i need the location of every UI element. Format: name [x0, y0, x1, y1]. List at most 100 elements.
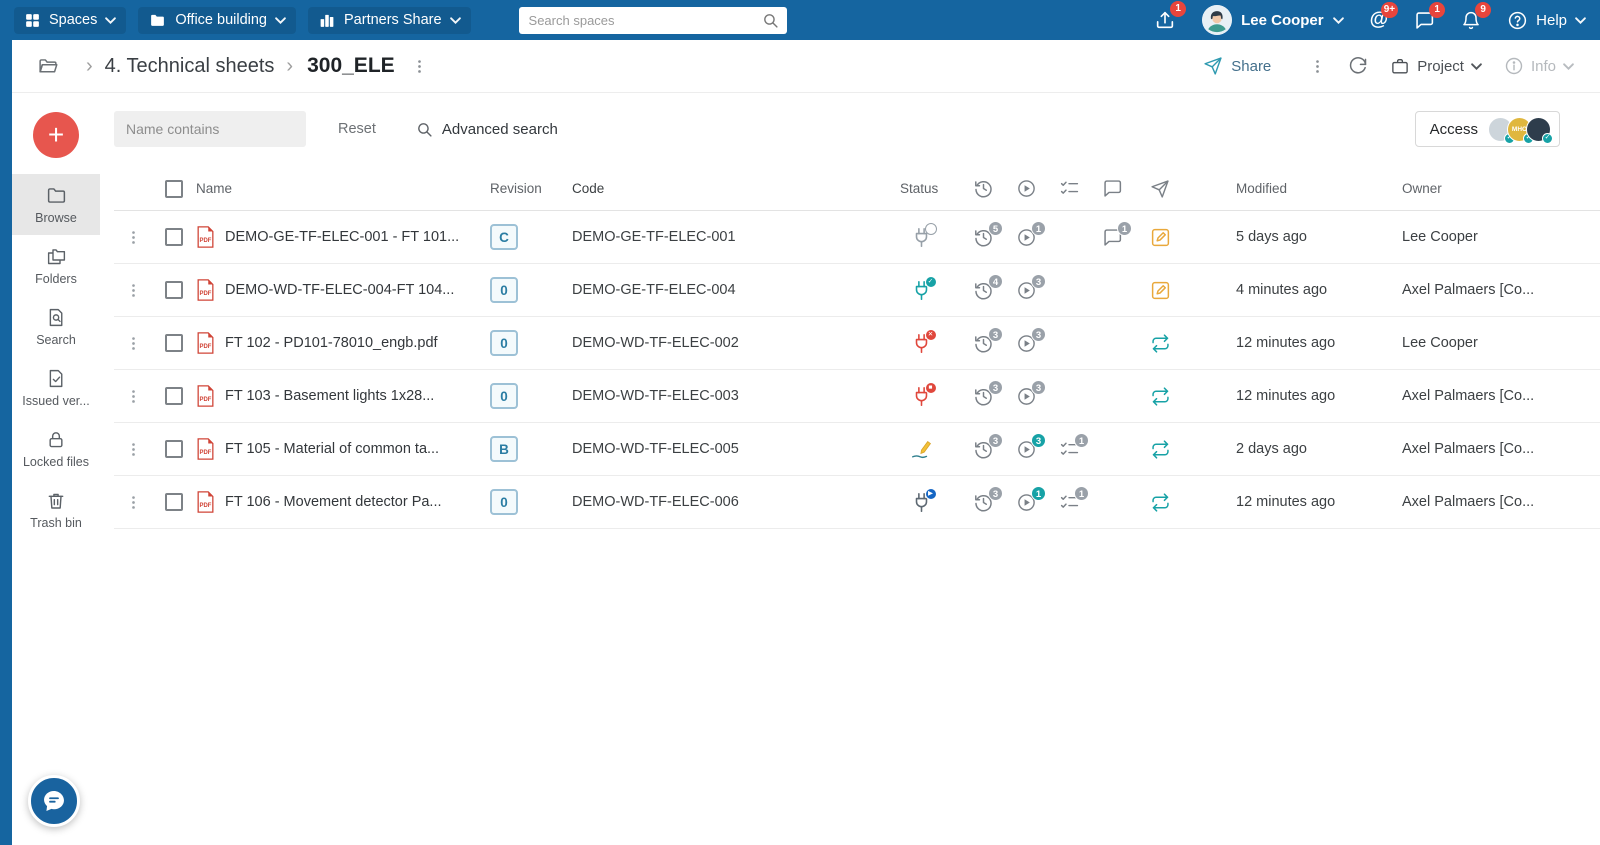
revision-badge[interactable]: C	[490, 224, 518, 250]
column-header-revision[interactable]: Revision	[490, 181, 558, 196]
revision-badge[interactable]: 0	[490, 330, 518, 356]
name-filter-input[interactable]	[114, 111, 306, 147]
breadcrumb-parent[interactable]: 4. Technical sheets	[105, 55, 275, 78]
file-name-cell[interactable]: PDF FT 105 - Material of common ta...	[196, 438, 490, 460]
column-header-status[interactable]: Status	[880, 181, 962, 196]
comments-button[interactable]: 1	[1091, 220, 1134, 248]
search-spaces-input[interactable]	[518, 6, 787, 34]
project-menu[interactable]: Project	[1390, 57, 1482, 76]
row-menu-button[interactable]	[114, 441, 152, 458]
refresh-button[interactable]	[1348, 56, 1368, 76]
file-name-cell[interactable]: PDF FT 102 - PD101-78010_engb.pdf	[196, 332, 490, 354]
row-checkbox[interactable]	[165, 281, 183, 299]
status-cell[interactable]	[880, 222, 962, 248]
advanced-search-button[interactable]: Advanced search	[416, 121, 558, 138]
access-button[interactable]: Access ✓MHO✓✓	[1414, 111, 1560, 147]
file-name[interactable]: FT 102 - PD101-78010_engb.pdf	[225, 335, 438, 351]
workflow-button[interactable]: 3	[1005, 273, 1048, 301]
share-space-menu[interactable]: Partners Share	[308, 6, 471, 34]
select-all-checkbox[interactable]	[165, 179, 183, 198]
file-name[interactable]: FT 103 - Basement lights 1x28...	[225, 388, 434, 404]
sidebar-item-folders[interactable]: Folders	[12, 235, 100, 296]
status-cell[interactable]	[880, 438, 962, 460]
spaces-menu[interactable]: Spaces	[14, 6, 127, 34]
row-checkbox[interactable]	[165, 493, 183, 511]
upload-button[interactable]: 1	[1154, 1, 1187, 31]
table-row[interactable]: PDF DEMO-WD-TF-ELEC-004-FT 104... 0 DEMO…	[114, 264, 1600, 317]
file-name[interactable]: DEMO-GE-TF-ELEC-001 - FT 101...	[225, 229, 459, 245]
row-menu-button[interactable]	[114, 388, 152, 405]
history-button[interactable]: 3	[962, 432, 1005, 460]
issue-sync-button[interactable]	[1134, 386, 1186, 407]
sidebar-item-search[interactable]: Search	[12, 296, 100, 357]
user-menu[interactable]: Lee Cooper	[1202, 5, 1344, 35]
revision-badge[interactable]: 0	[490, 489, 518, 515]
workflow-button[interactable]: 1	[1005, 485, 1048, 513]
history-button[interactable]: 3	[962, 326, 1005, 354]
tasks-button[interactable]: 1	[1048, 485, 1091, 513]
column-header-comments-icon[interactable]	[1091, 178, 1134, 199]
issue-sync-button[interactable]	[1134, 333, 1186, 354]
markup-edit-button[interactable]	[1134, 280, 1186, 301]
workflow-button[interactable]: 3	[1005, 379, 1048, 407]
status-cell[interactable]: ✓	[880, 275, 962, 301]
file-name-cell[interactable]: PDF DEMO-GE-TF-ELEC-001 - FT 101...	[196, 226, 490, 248]
sidebar-item-locked-files[interactable]: Locked files	[12, 418, 100, 479]
notifications-button[interactable]: 9	[1461, 1, 1492, 31]
issue-sync-button[interactable]	[1134, 492, 1186, 513]
help-menu[interactable]: Help	[1507, 10, 1586, 31]
history-button[interactable]: 3	[962, 485, 1005, 513]
workflow-button[interactable]: 3	[1005, 326, 1048, 354]
reset-button[interactable]: Reset	[338, 121, 376, 137]
status-cell[interactable]: ▶	[880, 487, 962, 513]
markup-edit-button[interactable]	[1134, 227, 1186, 248]
workspace-menu[interactable]: Office building	[138, 6, 296, 34]
file-name[interactable]: FT 105 - Material of common ta...	[225, 441, 439, 457]
folder-open-icon[interactable]	[36, 56, 60, 77]
more-actions-button[interactable]	[1309, 58, 1326, 75]
file-name[interactable]: FT 106 - Movement detector Pa...	[225, 494, 442, 510]
file-name-cell[interactable]: PDF DEMO-WD-TF-ELEC-004-FT 104...	[196, 279, 490, 301]
table-row[interactable]: PDF DEMO-GE-TF-ELEC-001 - FT 101... C DE…	[114, 211, 1600, 264]
messages-button[interactable]: 1	[1414, 1, 1446, 31]
revision-badge[interactable]: B	[490, 436, 518, 462]
workflow-button[interactable]: 1	[1005, 220, 1048, 248]
row-checkbox[interactable]	[165, 387, 183, 405]
status-cell[interactable]: ■	[880, 381, 962, 407]
status-cell[interactable]: ✕	[880, 328, 962, 354]
history-button[interactable]: 3	[962, 379, 1005, 407]
row-menu-button[interactable]	[114, 282, 152, 299]
column-header-tasks-icon[interactable]	[1048, 178, 1091, 199]
column-header-issue-icon[interactable]	[1134, 179, 1186, 199]
row-menu-button[interactable]	[114, 494, 152, 511]
workflow-button[interactable]: 3	[1005, 432, 1048, 460]
tasks-button[interactable]: 1	[1048, 432, 1091, 460]
column-header-history-icon[interactable]	[962, 178, 1005, 199]
sidebar-item-browse[interactable]: Browse	[12, 174, 100, 235]
column-header-name[interactable]: Name	[196, 181, 490, 196]
table-row[interactable]: PDF FT 106 - Movement detector Pa... 0 D…	[114, 476, 1600, 529]
column-header-workflow-icon[interactable]	[1005, 178, 1048, 199]
column-header-code[interactable]: Code	[558, 181, 880, 196]
row-checkbox[interactable]	[165, 440, 183, 458]
file-name-cell[interactable]: PDF FT 106 - Movement detector Pa...	[196, 491, 490, 513]
row-checkbox[interactable]	[165, 334, 183, 352]
table-row[interactable]: PDF FT 102 - PD101-78010_engb.pdf 0 DEMO…	[114, 317, 1600, 370]
info-menu[interactable]: Info	[1504, 56, 1574, 76]
row-menu-button[interactable]	[114, 229, 152, 246]
history-button[interactable]: 4	[962, 273, 1005, 301]
support-chat-button[interactable]	[28, 775, 80, 827]
search-icon[interactable]	[762, 12, 779, 29]
breadcrumb-menu-button[interactable]	[411, 58, 428, 75]
file-name[interactable]: DEMO-WD-TF-ELEC-004-FT 104...	[225, 282, 454, 298]
revision-badge[interactable]: 0	[490, 383, 518, 409]
sidebar-item-trash-bin[interactable]: Trash bin	[12, 479, 100, 540]
row-menu-button[interactable]	[114, 335, 152, 352]
sidebar-item-issued-ver[interactable]: Issued ver...	[12, 357, 100, 418]
revision-badge[interactable]: 0	[490, 277, 518, 303]
column-header-owner[interactable]: Owner	[1402, 181, 1600, 196]
share-button[interactable]: Share	[1203, 56, 1271, 76]
table-row[interactable]: PDF FT 105 - Material of common ta... B …	[114, 423, 1600, 476]
file-name-cell[interactable]: PDF FT 103 - Basement lights 1x28...	[196, 385, 490, 407]
mentions-button[interactable]: @ 9+	[1370, 2, 1399, 30]
